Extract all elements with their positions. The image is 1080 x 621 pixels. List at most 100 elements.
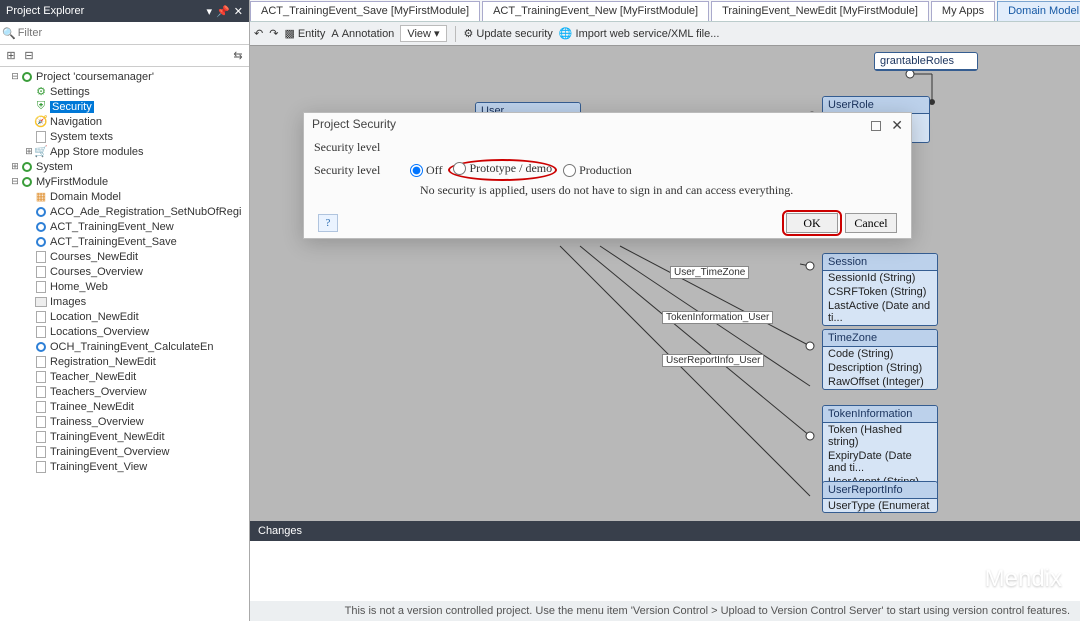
filter-input[interactable] [18, 24, 247, 42]
dialog-title: Project Security [312, 117, 396, 134]
view-button[interactable]: View ▾ [400, 25, 446, 42]
close-icon[interactable]: ✕ [234, 5, 243, 18]
entity-userreport[interactable]: UserReportInfo UserType (Enumerat [822, 481, 938, 513]
assoc-token-user[interactable]: TokenInformation_User [662, 311, 773, 324]
tree-item[interactable]: ACT_TrainingEvent_New [0, 219, 249, 234]
cart-icon: 🛒 [34, 145, 48, 159]
tree-item[interactable]: ⊟MyFirstModule [0, 174, 249, 189]
file-icon [34, 250, 48, 264]
circle-blue-icon [34, 205, 48, 219]
entity-tokeninfo[interactable]: TokenInformation Token (Hashed string) E… [822, 405, 938, 490]
tree-item[interactable]: ⊞🛒App Store modules [0, 144, 249, 159]
radio-prototype[interactable]: Prototype / demo [453, 161, 552, 176]
compass-icon: 🧭 [34, 115, 48, 129]
tree-item[interactable]: System texts [0, 129, 249, 144]
changes-panel: Changes This is not a version controlled… [250, 521, 1080, 621]
import-button[interactable]: 🌐 Import web service/XML file... [559, 27, 720, 40]
redo-button[interactable]: ↷ [269, 27, 278, 40]
file-icon [34, 400, 48, 414]
search-icon: 🔍 [2, 27, 16, 40]
file-icon [34, 385, 48, 399]
tree-item[interactable]: ⚙Settings [0, 84, 249, 99]
entity-timezone[interactable]: TimeZone Code (String) Description (Stri… [822, 329, 938, 390]
editor-tab[interactable]: Domain Model [System]× [997, 1, 1080, 21]
domain-icon: ▦ [34, 190, 48, 204]
tree-item[interactable]: TrainingEvent_Overview [0, 444, 249, 459]
file-icon [34, 445, 48, 459]
editor-tab[interactable]: My Apps [931, 1, 995, 21]
project-tree[interactable]: ⊟Project 'coursemanager'⚙Settings⛨Securi… [0, 67, 249, 621]
ok-button[interactable]: OK [786, 213, 838, 233]
file-icon [34, 430, 48, 444]
tree-item[interactable]: Teacher_NewEdit [0, 369, 249, 384]
update-security-button[interactable]: ⚙ Update security [464, 27, 553, 40]
radio-production[interactable]: Production [563, 163, 632, 178]
tree-item[interactable]: Home_Web [0, 279, 249, 294]
security-hint: No security is applied, users do not hav… [420, 183, 901, 198]
tree-item[interactable]: ⊟Project 'coursemanager' [0, 69, 249, 84]
help-icon[interactable]: ? [318, 214, 338, 232]
radio-off[interactable]: Off [410, 163, 442, 178]
project-explorer-panel: Project Explorer ▾ 📌 ✕ 🔍 ⊞ ⊟ ⇆ ⊟Project … [0, 0, 250, 621]
editor-tab[interactable]: TrainingEvent_NewEdit [MyFirstModule] [711, 1, 929, 21]
annotation-button[interactable]: A Annotation [331, 28, 394, 40]
tree-item[interactable]: ▦Domain Model [0, 189, 249, 204]
shield-icon: ⛨ [34, 100, 48, 114]
file-icon [34, 310, 48, 324]
circle-blue-icon [34, 220, 48, 234]
editor-tab[interactable]: ACT_TrainingEvent_Save [MyFirstModule] [250, 1, 480, 21]
tree-item[interactable]: Teachers_Overview [0, 384, 249, 399]
circle-blue-icon [34, 235, 48, 249]
panel-title: Project Explorer [6, 5, 84, 17]
tree-item[interactable]: Courses_Overview [0, 264, 249, 279]
file-icon [34, 280, 48, 294]
maximize-icon[interactable] [871, 121, 881, 131]
tree-item[interactable]: Images [0, 294, 249, 309]
security-heading: Security level [314, 140, 410, 155]
security-label: Security level [314, 163, 410, 178]
assoc-user-timezone[interactable]: User_TimeZone [670, 266, 749, 279]
circle-green-icon [20, 70, 34, 84]
tree-item[interactable]: ⊞System [0, 159, 249, 174]
cancel-button[interactable]: Cancel [845, 213, 897, 233]
tree-item[interactable]: Trainess_Overview [0, 414, 249, 429]
tree-item[interactable]: ACT_TrainingEvent_Save [0, 234, 249, 249]
tree-item[interactable]: TrainingEvent_NewEdit [0, 429, 249, 444]
file-icon [34, 355, 48, 369]
circle-blue-icon [34, 340, 48, 354]
tree-item[interactable]: Location_NewEdit [0, 309, 249, 324]
tree-item[interactable]: ACO_Ade_Registration_SetNubOfRegi [0, 204, 249, 219]
tree-item[interactable]: 🧭Navigation [0, 114, 249, 129]
tree-item[interactable]: OCH_TrainingEvent_CalculateEn [0, 339, 249, 354]
pin-icon[interactable]: 📌 [216, 5, 230, 18]
entity-grantable[interactable]: grantableRoles [874, 52, 978, 71]
tree-item[interactable]: Courses_NewEdit [0, 249, 249, 264]
tree-item[interactable]: ⛨Security [0, 99, 249, 114]
project-security-dialog: Project Security ✕ Security level Securi… [303, 112, 912, 239]
close-icon[interactable]: ✕ [891, 117, 903, 134]
entity-session[interactable]: Session SessionId (String) CSRFToken (St… [822, 253, 938, 326]
tree-item[interactable]: Locations_Overview [0, 324, 249, 339]
editor-tabs: ACT_TrainingEvent_Save [MyFirstModule]AC… [250, 0, 1080, 22]
tree-item[interactable]: Trainee_NewEdit [0, 399, 249, 414]
file-icon [34, 460, 48, 474]
sync-icon[interactable]: ⇆ [231, 49, 245, 63]
circle-green-icon [20, 175, 34, 189]
editor-tab[interactable]: ACT_TrainingEvent_New [MyFirstModule] [482, 1, 709, 21]
undo-button[interactable]: ↶ [254, 27, 263, 40]
panel-header: Project Explorer ▾ 📌 ✕ [0, 0, 249, 22]
file-icon [34, 325, 48, 339]
file-icon [34, 370, 48, 384]
editor-toolbar: ↶ ↷ ▩ Entity A Annotation View ▾ ⚙ Updat… [250, 22, 1080, 46]
tree-item[interactable]: TrainingEvent_View [0, 459, 249, 474]
collapse-all-icon[interactable]: ⊟ [22, 49, 36, 63]
circle-green-icon [20, 160, 34, 174]
assoc-userreport-user[interactable]: UserReportInfo_User [662, 354, 764, 367]
file-icon [34, 130, 48, 144]
expand-all-icon[interactable]: ⊞ [4, 49, 18, 63]
tree-item[interactable]: Registration_NewEdit [0, 354, 249, 369]
dropdown-icon[interactable]: ▾ [207, 5, 213, 18]
entity-button[interactable]: ▩ Entity [284, 27, 325, 40]
stack-icon [34, 295, 48, 309]
changes-title: Changes [258, 525, 302, 537]
